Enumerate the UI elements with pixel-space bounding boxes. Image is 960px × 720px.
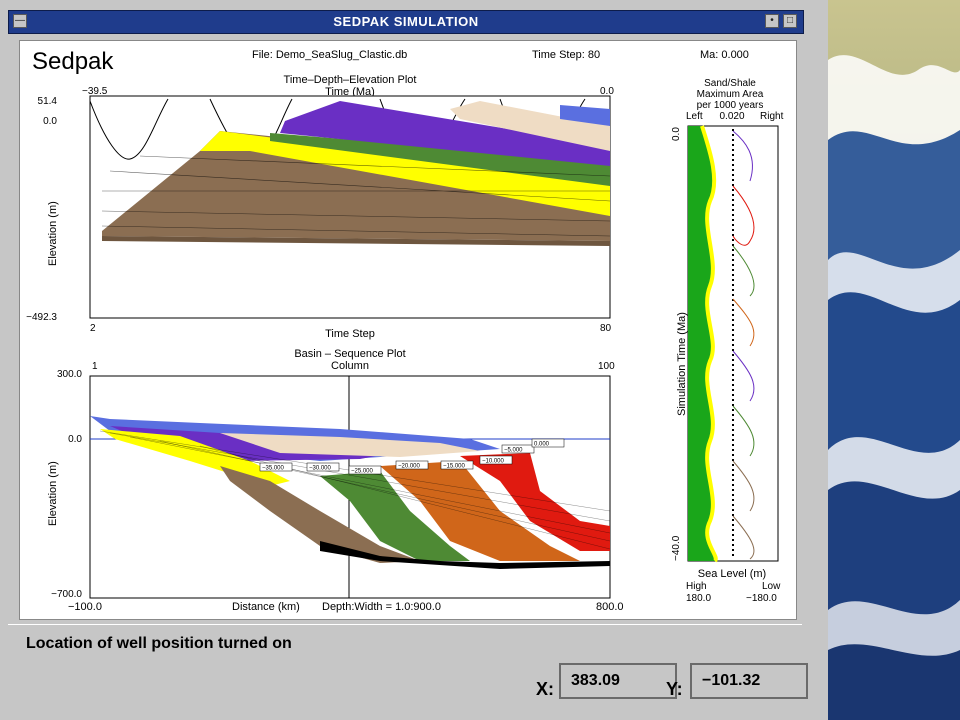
sedpak-window: — SEDPAK SIMULATION • □ Sedpak File: Dem… (0, 0, 828, 720)
plot2-y-zero-tick: 0.0 (68, 434, 82, 445)
plot2-area: −35.000 −30.000 −25.000 −20.000 −15.000 … (89, 375, 611, 599)
plot-frame: Sedpak File: Demo_SeaSlug_Clastic.db Tim… (19, 40, 797, 620)
seq-label-4: −20.000 (398, 464, 421, 470)
side-low-value: −180.0 (746, 593, 777, 604)
plot1-area (89, 95, 611, 319)
window-titlebar[interactable]: — SEDPAK SIMULATION • □ (8, 10, 804, 34)
plot2-x-axis-label: Distance (km) (232, 601, 300, 613)
side-high-label: High (686, 581, 707, 592)
side-right-label: Right (760, 111, 784, 122)
ma-label: Ma: 0.000 (700, 49, 749, 61)
side-y-top-tick: 0.0 (671, 127, 682, 141)
plot1-x-right-tick: 80 (600, 323, 612, 334)
plot1-x-axis-label: Time Step (325, 328, 375, 340)
side-y-axis-label: Simulation Time (Ma) (676, 312, 688, 416)
side-title-3: per 1000 years (697, 100, 764, 111)
plot2-top-left-tick: 1 (92, 361, 98, 372)
plot1-top-left-tick: −39.5 (82, 86, 108, 97)
sea-level-panel: Sand/Shale Maximum Area per 1000 years L… (671, 78, 784, 604)
y-coord-field[interactable]: −101.32 (690, 663, 808, 699)
x-coord-label: X: (536, 679, 554, 699)
plot2-title: Basin – Sequence Plot (294, 348, 405, 360)
plot2-top-right-tick: 100 (598, 361, 615, 372)
status-message: Location of well position turned on (26, 635, 292, 652)
wave-art (828, 55, 960, 720)
side-high-value: 180.0 (686, 593, 711, 604)
side-area-value: 0.020 (719, 111, 744, 122)
x-coord-field[interactable]: 383.09 (559, 663, 677, 699)
side-y-bottom-tick: −40.0 (671, 535, 682, 561)
file-label: File: Demo_SeaSlug_Clastic.db (252, 49, 407, 61)
plot1-title: Time–Depth–Elevation Plot (284, 74, 417, 86)
window-title: SEDPAK SIMULATION (333, 14, 479, 29)
plot2-y-axis-label: Elevation (m) (47, 461, 59, 526)
seq-label-1: −35.000 (262, 466, 285, 472)
depth-width-label: Depth:Width = 1.0:900.0 (322, 601, 441, 613)
plot1-top-right-tick: 0.0 (600, 86, 614, 97)
seq-label-6: −10.000 (482, 459, 505, 465)
plot1-y-top-tick: 51.4 (38, 96, 58, 107)
plot1-y-axis-label: Elevation (m) (47, 201, 59, 266)
time-step-label: Time Step: 80 (532, 49, 600, 61)
side-title-1: Sand/Shale (704, 78, 756, 89)
app-logo-text: Sedpak (32, 48, 114, 75)
seq-label-5: −15.000 (443, 464, 466, 470)
plot1-x-left-tick: 2 (90, 323, 96, 334)
plot-canvas: Sedpak File: Demo_SeaSlug_Clastic.db Tim… (26, 48, 784, 613)
seq-label-8: 0.000 (534, 442, 550, 448)
plot2-y-bottom-tick: −700.0 (51, 589, 82, 600)
seq-label-7: −5.000 (504, 448, 523, 454)
side-title-2: Maximum Area (697, 89, 764, 100)
status-bar: Location of well position turned on X: 3… (8, 624, 808, 715)
seq-label-2: −30.000 (309, 466, 332, 472)
plot2-top-axis-label: Column (331, 360, 369, 372)
side-low-label: Low (762, 581, 781, 592)
maximize-button[interactable]: □ (783, 14, 797, 28)
side-left-label: Left (686, 111, 703, 122)
y-coord-label: Y: (666, 679, 683, 699)
side-x-axis-label: Sea Level (m) (698, 568, 766, 580)
seq-label-3: −25.000 (351, 469, 374, 475)
decorative-wave-background (828, 0, 960, 720)
plot1-y-bottom-tick: −492.3 (26, 312, 57, 323)
plot2-x-right-tick: 800.0 (596, 601, 624, 613)
minimize-button[interactable]: • (765, 14, 779, 28)
plot2-x-left-tick: −100.0 (68, 601, 102, 613)
plot2-y-top-tick: 300.0 (57, 369, 82, 380)
plot1-y-zero-tick: 0.0 (43, 116, 57, 127)
